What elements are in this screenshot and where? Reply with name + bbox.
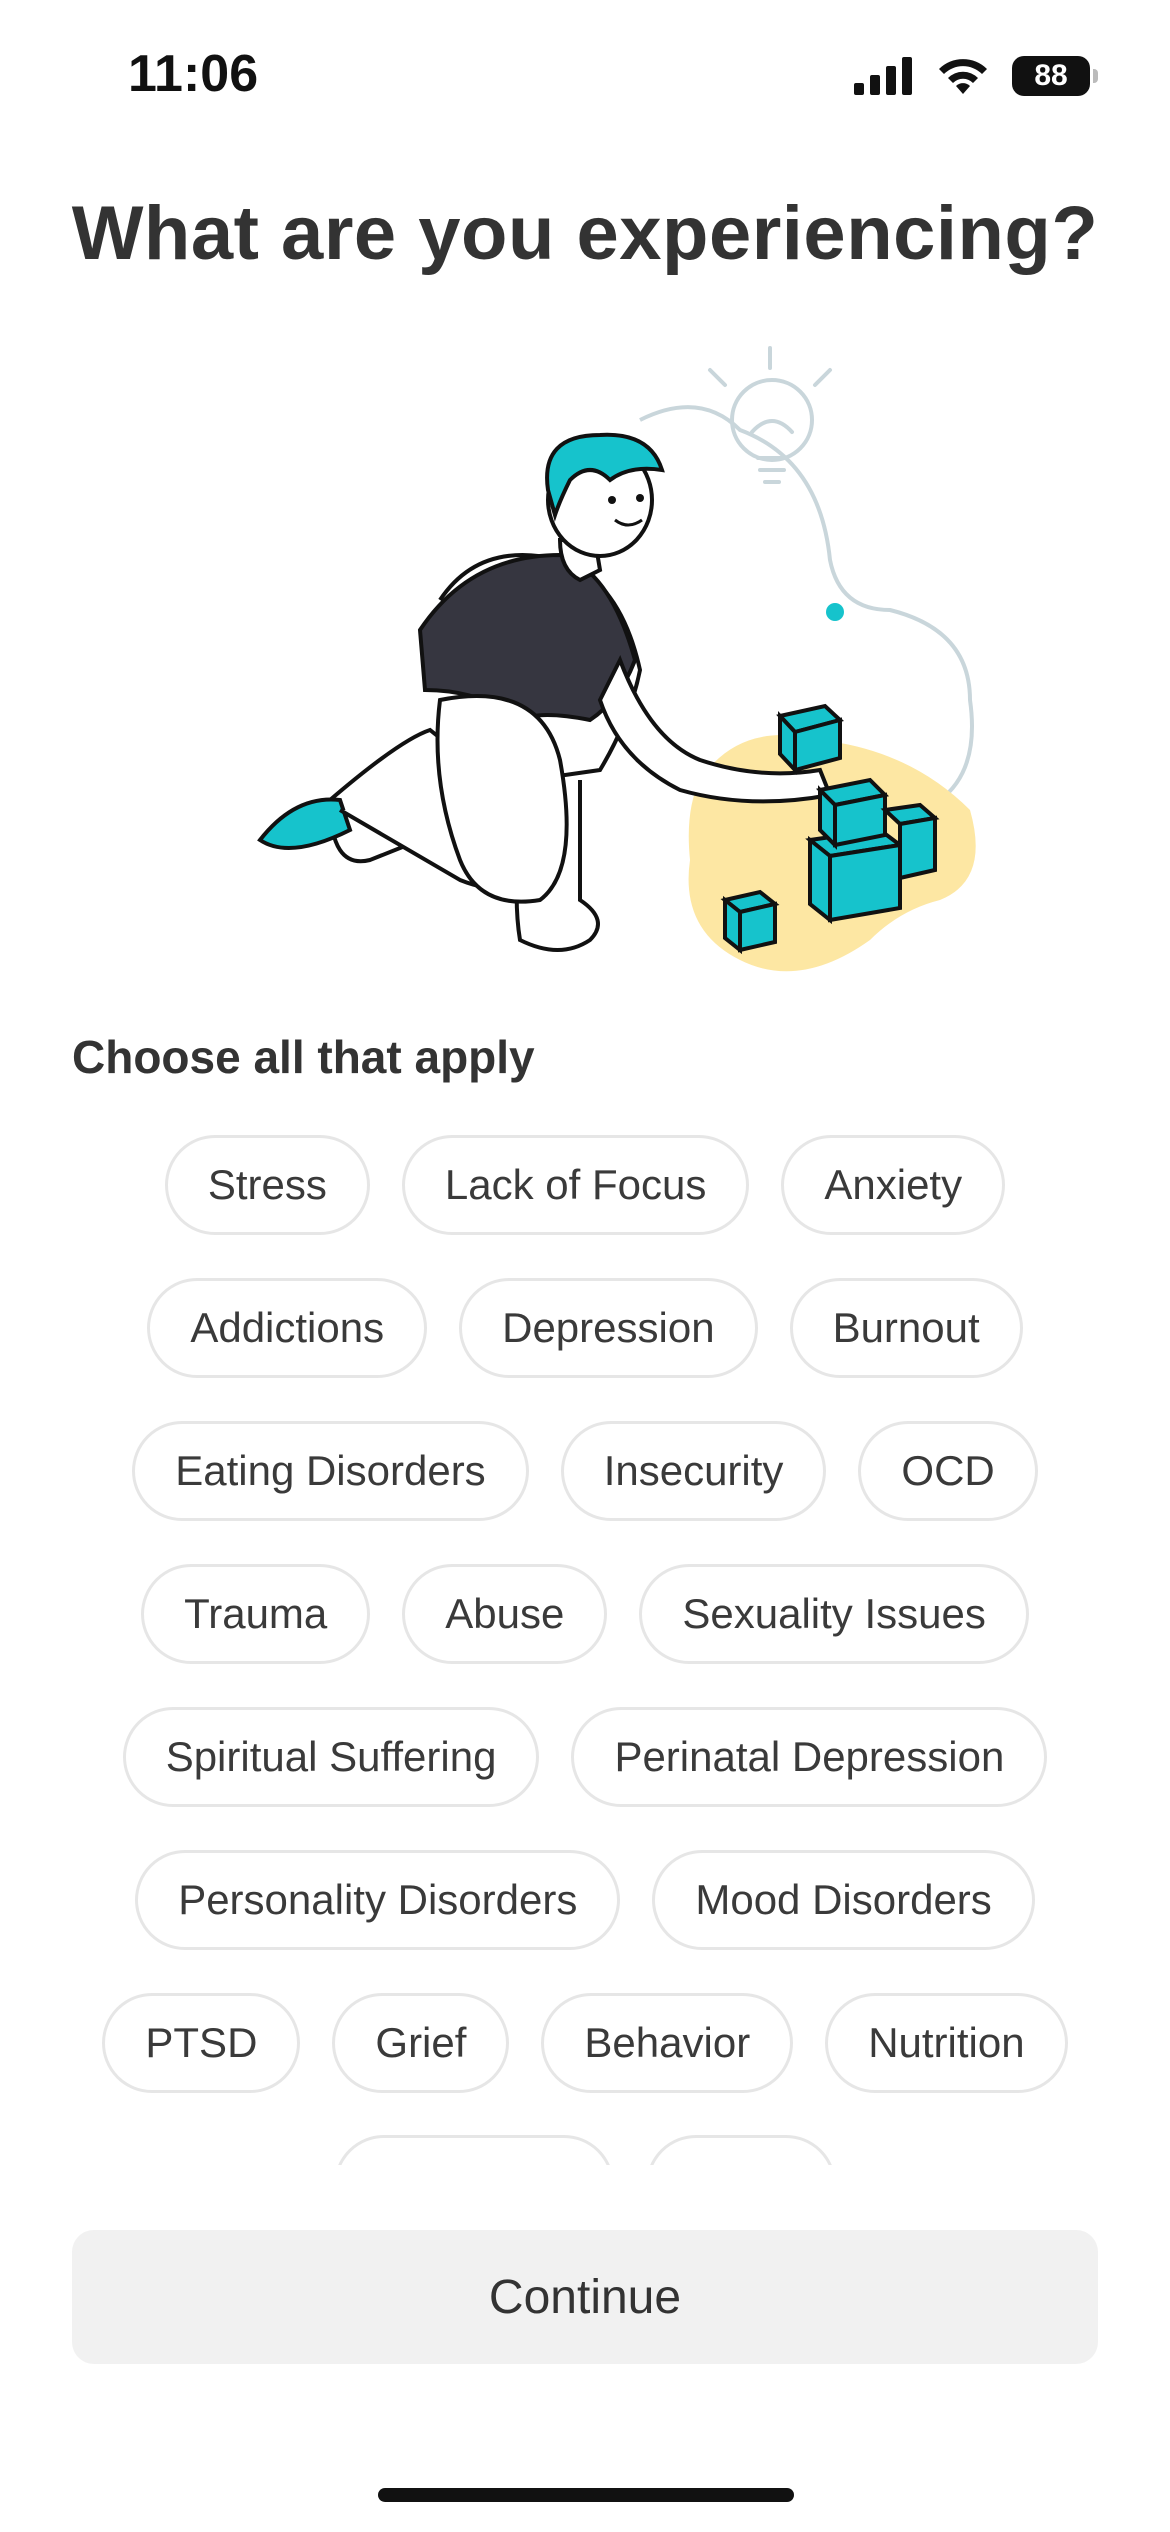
chip-anxiety[interactable]: Anxiety [781,1135,1006,1235]
chip-behavior[interactable]: Behavior [541,1993,794,2093]
chip-abuse[interactable]: Abuse [402,1564,608,1664]
chip-stress[interactable]: Stress [164,1135,370,1235]
chip-depression[interactable]: Depression [459,1278,758,1378]
chip-row: Personality Disorders Mood Disorders [0,1850,1170,1950]
chip-sexuality-issues[interactable]: Sexuality Issues [639,1564,1029,1664]
chip-spiritual-suffering[interactable]: Spiritual Suffering [122,1707,540,1807]
battery-level: 88 [1034,59,1068,92]
chip-insecurity[interactable]: Insecurity [560,1421,827,1521]
chip-ptsd[interactable]: PTSD [102,1993,301,2093]
chip-burnout[interactable]: Burnout [789,1278,1023,1378]
chip-lack-of-focus[interactable]: Lack of Focus [401,1135,750,1235]
chip-grief[interactable]: Grief [332,1993,510,2093]
status-icons: 88 [854,56,1098,96]
chip-personality-disorders[interactable]: Personality Disorders [135,1850,621,1950]
chip-nutrition[interactable]: Nutrition [825,1993,1068,2093]
chip-row: PTSD Grief Behavior Nutrition [0,1993,1170,2093]
chip-perinatal-depression[interactable]: Perinatal Depression [571,1707,1048,1807]
status-bar: 11:06 88 [0,0,1170,160]
status-time: 11:06 [128,45,259,103]
continue-button[interactable]: Continue [72,2230,1098,2364]
chip-row: Spiritual Suffering Perinatal Depression [0,1707,1170,1807]
options-list: Stress Lack of Focus Anxiety Addictions … [0,1135,1170,2165]
chip-row: Eating Disorders Insecurity OCD [0,1421,1170,1521]
chip-addictions[interactable]: Addictions [147,1278,428,1378]
section-label: Choose all that apply [72,1031,535,1083]
chip-row: Stress Lack of Focus Anxiety [0,1135,1170,1235]
person-stacking-blocks-illustration [257,346,976,972]
chip-ocd[interactable]: OCD [858,1421,1038,1521]
chip-eating-disorders[interactable]: Eating Disorders [132,1421,529,1521]
signal-icon [854,57,912,95]
home-indicator[interactable] [378,2488,794,2502]
chip-trauma[interactable]: Trauma [141,1564,371,1664]
chip-mood-disorders[interactable]: Mood Disorders [652,1850,1035,1950]
chip-partial[interactable] [646,2135,836,2165]
chip-row-partial [0,2135,1170,2165]
page-title: What are you experiencing? [71,191,1099,276]
chip-partial[interactable] [334,2135,614,2165]
chip-row: Trauma Abuse Sexuality Issues [0,1564,1170,1664]
battery-icon: 88 [1012,56,1098,96]
wifi-icon [939,59,987,94]
lightbulb-icon [708,346,832,484]
chip-row: Addictions Depression Burnout [0,1278,1170,1378]
